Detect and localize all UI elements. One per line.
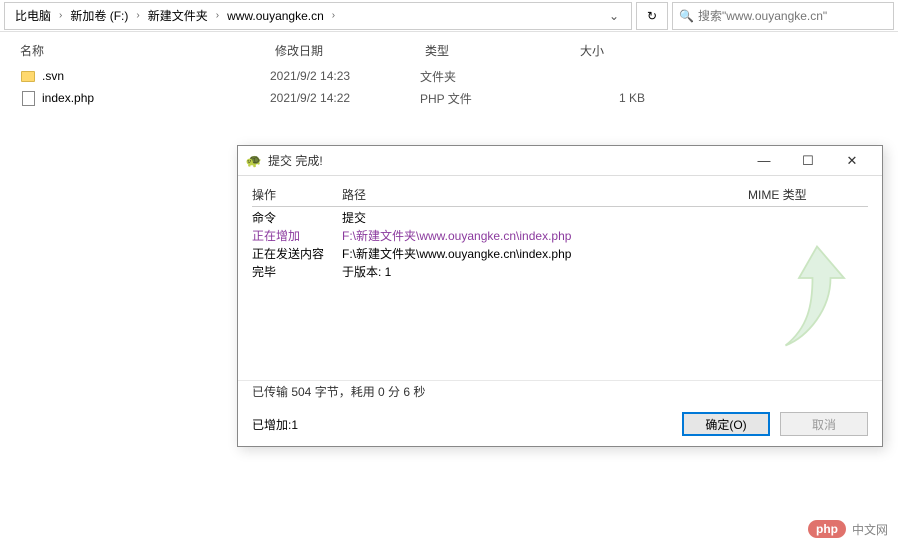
file-name: .svn	[42, 69, 64, 83]
chevron-right-icon[interactable]: ›	[132, 10, 143, 21]
header-path[interactable]: 路径	[342, 186, 748, 203]
log-row[interactable]: 命令 提交	[252, 209, 868, 227]
chevron-right-icon[interactable]: ›	[212, 10, 223, 21]
header-operation[interactable]: 操作	[252, 186, 342, 203]
added-count: 已增加:1	[252, 416, 672, 433]
header-mime[interactable]: MIME 类型	[748, 186, 868, 203]
folder-icon	[20, 68, 36, 84]
list-item[interactable]: index.php 2021/9/2 14:22 PHP 文件 1 KB	[20, 87, 878, 109]
chevron-right-icon[interactable]: ›	[55, 10, 66, 21]
log-op: 正在发送内容	[252, 246, 342, 262]
file-list-header: 名称 修改日期 类型 大小	[0, 32, 898, 65]
col-header-date[interactable]: 修改日期	[275, 42, 425, 59]
col-header-name[interactable]: 名称	[20, 42, 275, 59]
list-item[interactable]: .svn 2021/9/2 14:23 文件夹	[20, 65, 878, 87]
success-arrow-icon	[772, 236, 862, 356]
close-button[interactable]: ✕	[830, 147, 874, 175]
search-box[interactable]: 🔍	[672, 2, 894, 30]
cancel-button: 取消	[780, 412, 868, 436]
search-input[interactable]	[698, 9, 887, 23]
dialog-titlebar[interactable]: 🐢 提交 完成! — ☐ ✕	[238, 146, 882, 176]
col-header-type[interactable]: 类型	[425, 42, 580, 59]
dialog-title: 提交 完成!	[268, 152, 742, 169]
tortoise-icon: 🐢	[246, 153, 262, 169]
file-date: 2021/9/2 14:23	[270, 69, 420, 83]
search-icon: 🔍	[679, 9, 694, 23]
maximize-button[interactable]: ☐	[786, 147, 830, 175]
breadcrumb-dropdown-button[interactable]: ⌄	[603, 9, 625, 23]
watermark-text: 中文网	[852, 521, 888, 538]
file-type: PHP 文件	[420, 90, 575, 107]
log-op: 正在增加	[252, 228, 342, 244]
file-date: 2021/9/2 14:22	[270, 91, 420, 105]
dialog-list-header: 操作 路径 MIME 类型	[252, 186, 868, 207]
file-size: 1 KB	[575, 91, 675, 105]
php-file-icon	[20, 90, 36, 106]
minimize-button[interactable]: —	[742, 147, 786, 175]
breadcrumb-item-2[interactable]: 新建文件夹	[144, 3, 212, 29]
watermark: php 中文网	[808, 520, 888, 538]
breadcrumb-item-1[interactable]: 新加卷 (F:)	[66, 3, 132, 29]
file-type: 文件夹	[420, 68, 575, 85]
file-list: .svn 2021/9/2 14:23 文件夹 index.php 2021/9…	[0, 65, 898, 109]
commit-complete-dialog: 🐢 提交 完成! — ☐ ✕ 操作 路径 MIME 类型 命令 提交 正在增加 …	[237, 145, 883, 447]
breadcrumb-item-3[interactable]: www.ouyangke.cn	[223, 3, 328, 29]
ok-button[interactable]: 确定(O)	[682, 412, 770, 436]
log-path: 提交	[342, 210, 868, 226]
col-header-size[interactable]: 大小	[580, 42, 680, 59]
breadcrumb[interactable]: 比电脑 › 新加卷 (F:) › 新建文件夹 › www.ouyangke.cn…	[4, 2, 632, 30]
chevron-right-icon[interactable]: ›	[328, 10, 339, 21]
transfer-status: 已传输 504 字节，耗用 0 分 6 秒	[238, 380, 882, 402]
breadcrumb-item-0[interactable]: 比电脑	[11, 3, 55, 29]
refresh-button[interactable]: ↻	[636, 2, 668, 30]
refresh-icon: ↻	[647, 9, 657, 23]
log-op: 命令	[252, 210, 342, 226]
log-op: 完毕	[252, 264, 342, 280]
file-name: index.php	[42, 91, 94, 105]
php-badge-icon: php	[808, 520, 846, 538]
